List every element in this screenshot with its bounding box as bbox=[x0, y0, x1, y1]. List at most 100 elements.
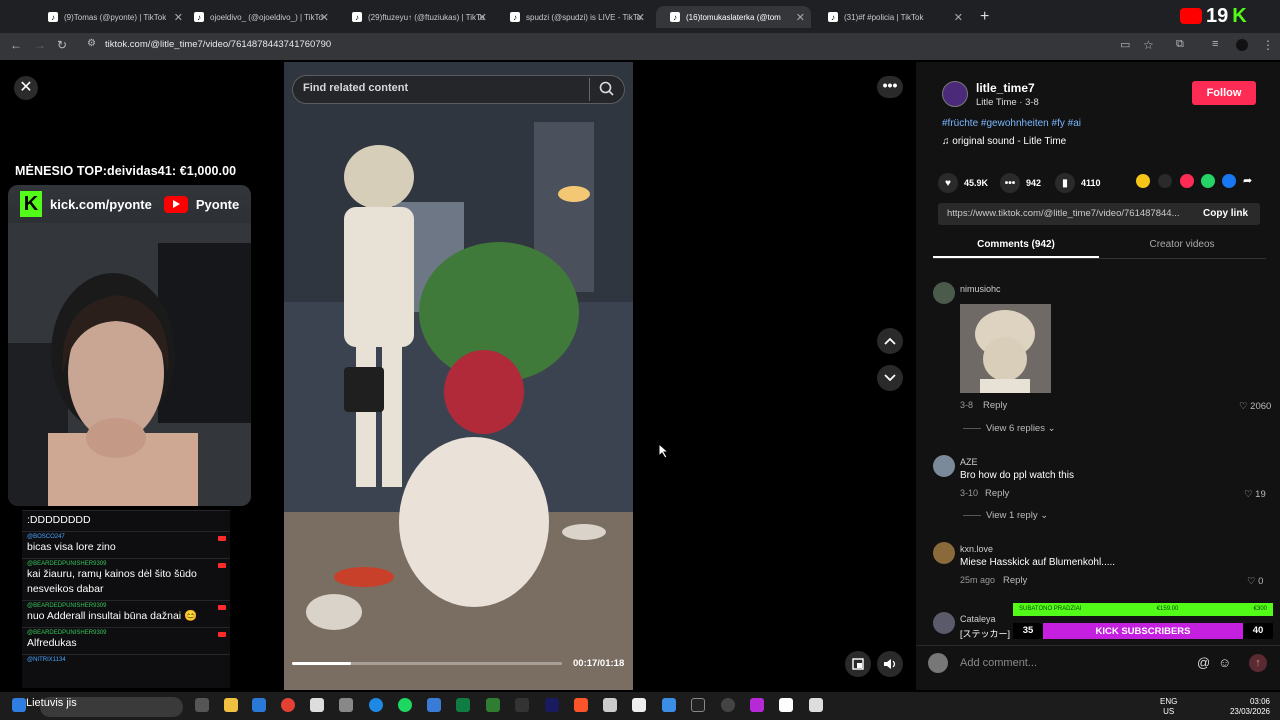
emoji-icon[interactable]: ☺ bbox=[1218, 655, 1231, 670]
spotify-icon[interactable] bbox=[398, 698, 412, 712]
close-tab-icon[interactable]: ✕ bbox=[320, 11, 329, 24]
pip-button[interactable] bbox=[845, 651, 871, 677]
chrome-icon[interactable] bbox=[281, 698, 295, 712]
app-icon[interactable] bbox=[750, 698, 764, 712]
previous-video-button[interactable] bbox=[877, 328, 903, 354]
commenter-name[interactable]: AZE bbox=[960, 457, 978, 467]
back-icon[interactable]: ← bbox=[10, 38, 22, 52]
bookmark-star-icon[interactable]: ☆ bbox=[1143, 38, 1154, 52]
comment-image[interactable] bbox=[960, 304, 1051, 393]
view-replies-button[interactable]: View 1 reply ⌄ bbox=[986, 510, 1048, 521]
reload-icon[interactable]: ↻ bbox=[57, 38, 67, 52]
volume-icon bbox=[884, 659, 896, 669]
app-icon[interactable] bbox=[310, 698, 324, 712]
comment-like[interactable]: ♡ 19 bbox=[1244, 489, 1266, 500]
store-icon[interactable] bbox=[252, 698, 266, 712]
app-icon[interactable] bbox=[632, 698, 646, 712]
profile-avatar[interactable] bbox=[1236, 39, 1248, 51]
save-stat[interactable]: ▮ 4110 bbox=[1055, 173, 1101, 193]
video-link[interactable]: https://www.tiktok.com/@litle_time7/vide… bbox=[947, 208, 1192, 219]
repost-icon[interactable] bbox=[1136, 174, 1150, 188]
next-video-button[interactable] bbox=[877, 365, 903, 391]
more-options-button[interactable]: ••• bbox=[877, 76, 903, 98]
reply-button[interactable]: Reply bbox=[985, 488, 1009, 499]
tab-comments[interactable]: Comments (942) bbox=[933, 233, 1099, 258]
browser-tab[interactable]: ♪ spudzi (@spudzi) is LIVE - TikTo ✕ bbox=[496, 6, 651, 28]
close-icon[interactable]: ✕ bbox=[14, 76, 38, 100]
browser-tab[interactable]: ♪ (29)ftuzeyu↑ (@ftuziukas) | TikTo ✕ bbox=[338, 6, 493, 28]
forward-icon[interactable]: → bbox=[34, 38, 46, 52]
donation-goal-bar: SUBATONO PRADZIAI €159.00 €300 bbox=[1013, 603, 1273, 616]
mention-icon[interactable]: @ bbox=[1197, 655, 1210, 670]
browser-tab-active[interactable]: ♪ (16)tomukaslaterka (@tom ✕ bbox=[656, 6, 811, 28]
commenter-name[interactable]: nimusiohc bbox=[960, 284, 1001, 294]
share-arrow-icon[interactable]: ➦ bbox=[1243, 174, 1257, 188]
windows-start-icon[interactable] bbox=[12, 698, 26, 712]
commenter-avatar[interactable] bbox=[933, 612, 955, 634]
keyboard-language[interactable]: ENG US bbox=[1160, 697, 1177, 717]
send-icon[interactable]: ↑ bbox=[1249, 654, 1267, 672]
facebook-icon[interactable] bbox=[1222, 174, 1236, 188]
site-info-icon[interactable]: ⚙ bbox=[87, 38, 96, 49]
commenter-avatar[interactable] bbox=[933, 282, 955, 304]
search-icon[interactable] bbox=[598, 80, 616, 98]
close-tab-icon[interactable]: ✕ bbox=[478, 11, 487, 24]
reply-button[interactable]: Reply bbox=[1003, 575, 1027, 586]
app-icon[interactable] bbox=[662, 698, 676, 712]
premiere-icon[interactable] bbox=[545, 698, 559, 712]
copy-link-button[interactable]: Copy link bbox=[1203, 208, 1248, 219]
browser-tab[interactable]: ♪ (31)#f #policia | TikTok ✕ bbox=[814, 6, 969, 28]
hashtags[interactable]: #früchte #gewohnheiten #fy #ai bbox=[942, 118, 1081, 129]
extensions-icon[interactable]: ⧉ bbox=[1176, 38, 1184, 51]
new-tab-button[interactable]: + bbox=[980, 8, 989, 26]
comment-date: 3-10 bbox=[960, 488, 979, 498]
app-icon[interactable] bbox=[779, 698, 793, 712]
send-to-friends-icon[interactable] bbox=[1180, 174, 1194, 188]
commenter-name[interactable]: kxn.love bbox=[960, 544, 993, 554]
close-tab-icon[interactable]: ✕ bbox=[636, 11, 645, 24]
reply-button[interactable]: Reply bbox=[983, 400, 1007, 411]
view-replies-button[interactable]: View 6 replies ⌄ bbox=[986, 423, 1056, 434]
media-icon[interactable]: ≡ bbox=[1212, 38, 1218, 50]
close-tab-icon[interactable]: ✕ bbox=[954, 11, 963, 24]
brave-icon[interactable] bbox=[574, 698, 588, 712]
browser-tab[interactable]: ♪ ojoeldivo_ (@ojoeldivo_) | TikTo ✕ bbox=[180, 6, 335, 28]
related-search-input[interactable]: Find related content bbox=[303, 82, 408, 94]
tab-creator-videos[interactable]: Creator videos bbox=[1099, 233, 1265, 258]
url-field[interactable]: tiktok.com/@litle_time7/video/7614878443… bbox=[105, 39, 331, 50]
video-player[interactable] bbox=[284, 62, 633, 690]
terminal-icon[interactable] bbox=[691, 698, 705, 712]
sound-link[interactable]: ♫ original sound - Litle Time bbox=[942, 136, 1066, 147]
app-icon[interactable] bbox=[809, 698, 823, 712]
commenter-name[interactable]: Cataleya bbox=[960, 614, 996, 624]
volume-button[interactable] bbox=[877, 651, 903, 677]
tray-clock[interactable]: 03:06 23/03/2026 bbox=[1225, 697, 1270, 717]
whatsapp-icon[interactable] bbox=[1201, 174, 1215, 188]
photos-icon[interactable] bbox=[427, 698, 441, 712]
browser-tab[interactable]: ♪ (9)Tomas (@pyonte) | TikTok ✕ bbox=[34, 6, 189, 28]
app-icon[interactable] bbox=[339, 698, 353, 712]
app-icon[interactable] bbox=[603, 698, 617, 712]
task-view-icon[interactable] bbox=[195, 698, 209, 712]
add-comment-input[interactable]: Add comment... bbox=[960, 657, 1037, 669]
comment-like[interactable]: ♡ 0 bbox=[1247, 576, 1263, 587]
embed-icon[interactable] bbox=[1158, 174, 1172, 188]
comment-like[interactable]: ♡ 2060 bbox=[1239, 401, 1271, 412]
like-stat[interactable]: ♥ 45.9K bbox=[938, 173, 988, 193]
app-icon[interactable] bbox=[486, 698, 500, 712]
menu-icon[interactable]: ⋮ bbox=[1262, 38, 1274, 52]
file-explorer-icon[interactable] bbox=[224, 698, 238, 712]
edge-icon[interactable] bbox=[369, 698, 383, 712]
author-avatar[interactable] bbox=[942, 81, 968, 107]
app-icon[interactable] bbox=[515, 698, 529, 712]
video-progress-bar[interactable] bbox=[292, 662, 562, 665]
follow-button[interactable]: Follow bbox=[1192, 81, 1256, 105]
excel-icon[interactable] bbox=[456, 698, 470, 712]
author-name[interactable]: litle_time7 bbox=[976, 81, 1035, 95]
comment-stat[interactable]: ••• 942 bbox=[1000, 173, 1041, 193]
commenter-avatar[interactable] bbox=[933, 455, 955, 477]
close-tab-icon[interactable]: ✕ bbox=[796, 11, 805, 24]
cast-icon[interactable]: ▭ bbox=[1120, 38, 1130, 51]
obs-icon[interactable] bbox=[721, 698, 735, 712]
commenter-avatar[interactable] bbox=[933, 542, 955, 564]
